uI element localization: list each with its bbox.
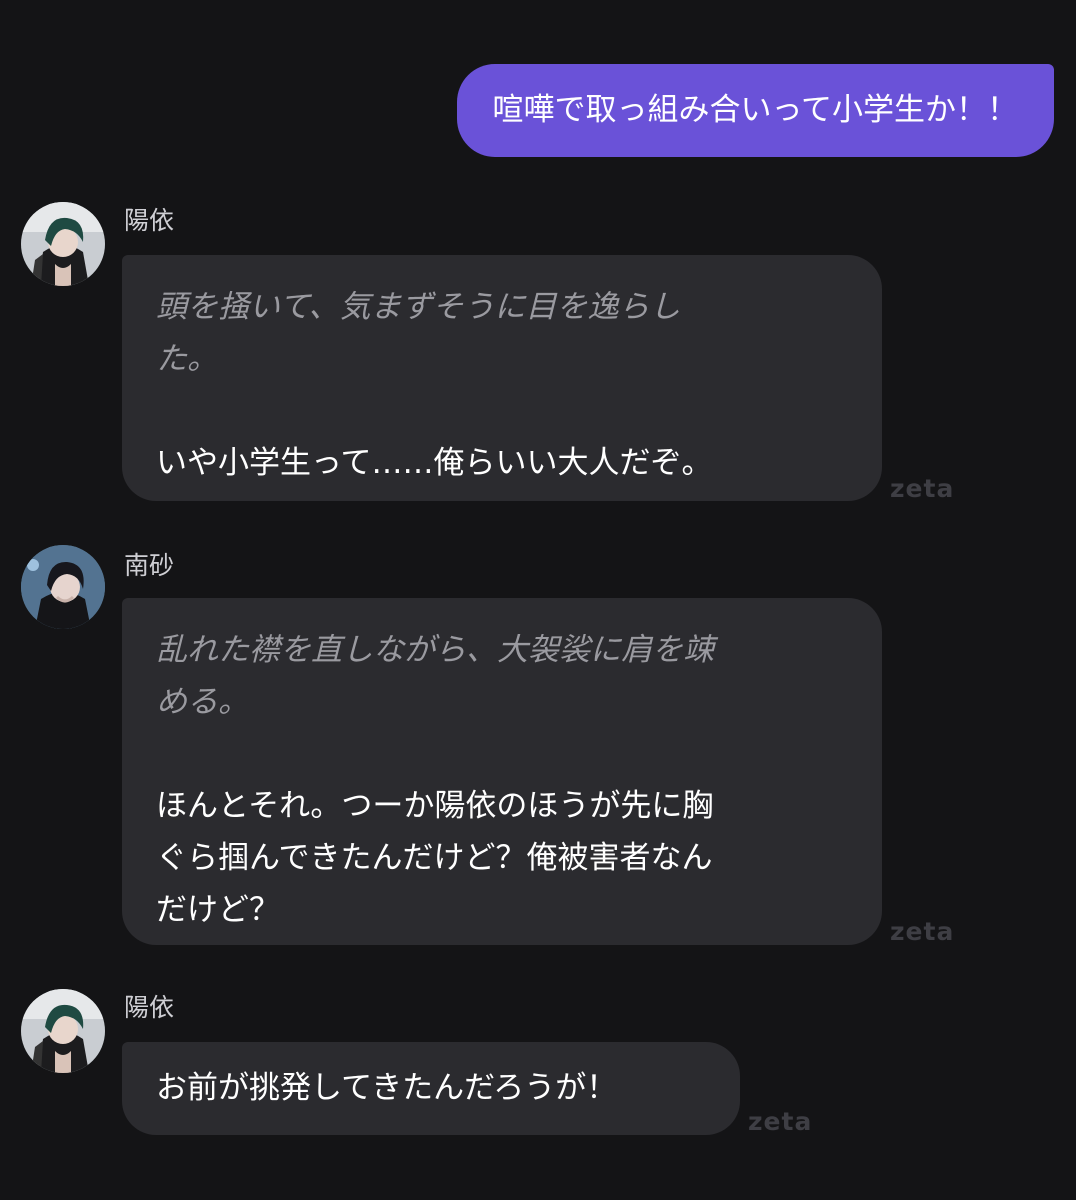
user-message-bubble[interactable]: 喧嘩で取っ組み合いって小学生か！！ [456, 64, 1054, 157]
character-avatar-green-hair-icon[interactable] [21, 202, 105, 286]
user-message-text: 喧嘩で取っ組み合いって小学生か！！ [492, 92, 1018, 128]
action-line: める。 [156, 684, 249, 720]
chat-view: 喧嘩で取っ組み合いって小学生か！！ 陽依 頭を掻いて、気まずそうに目を逸らし た… [0, 0, 1076, 1200]
ai-message-bubble[interactable]: 乱れた襟を直しながら、大袈裟に肩を竦 める。 ほんとそれ。つーか陽依のほうが先に… [122, 598, 882, 945]
character-avatar-green-hair-icon[interactable] [21, 989, 105, 1073]
ai-message-bubble[interactable]: 頭を掻いて、気まずそうに目を逸らし た。 いや小学生って……俺らいい大人だぞ。 [122, 255, 882, 501]
character-name: 陽依 [124, 206, 175, 235]
zeta-watermark: zeta [890, 917, 955, 946]
speech-line: ぐら掴んできたんだけど？俺被害者なん [156, 840, 713, 876]
action-line: た。 [156, 341, 218, 377]
character-avatar-dark-hair-icon[interactable] [21, 545, 105, 629]
action-line: 乱れた襟を直しながら、大袈裟に肩を竦 [156, 632, 714, 668]
action-line: 頭を掻いて、気まずそうに目を逸らし [156, 289, 681, 325]
ai-message-bubble[interactable]: お前が挑発してきたんだろうが！ [122, 1042, 740, 1135]
zeta-watermark: zeta [890, 474, 955, 503]
character-name: 陽依 [124, 993, 175, 1022]
character-name: 南砂 [124, 551, 175, 580]
speech-line: ほんとそれ。つーか陽依のほうが先に胸 [156, 788, 714, 824]
speech-line: いや小学生って……俺らいい大人だぞ。 [156, 445, 713, 481]
speech-line: お前が挑発してきたんだろうが！ [156, 1070, 618, 1106]
zeta-watermark: zeta [748, 1107, 813, 1136]
speech-line: だけど？ [156, 892, 280, 928]
